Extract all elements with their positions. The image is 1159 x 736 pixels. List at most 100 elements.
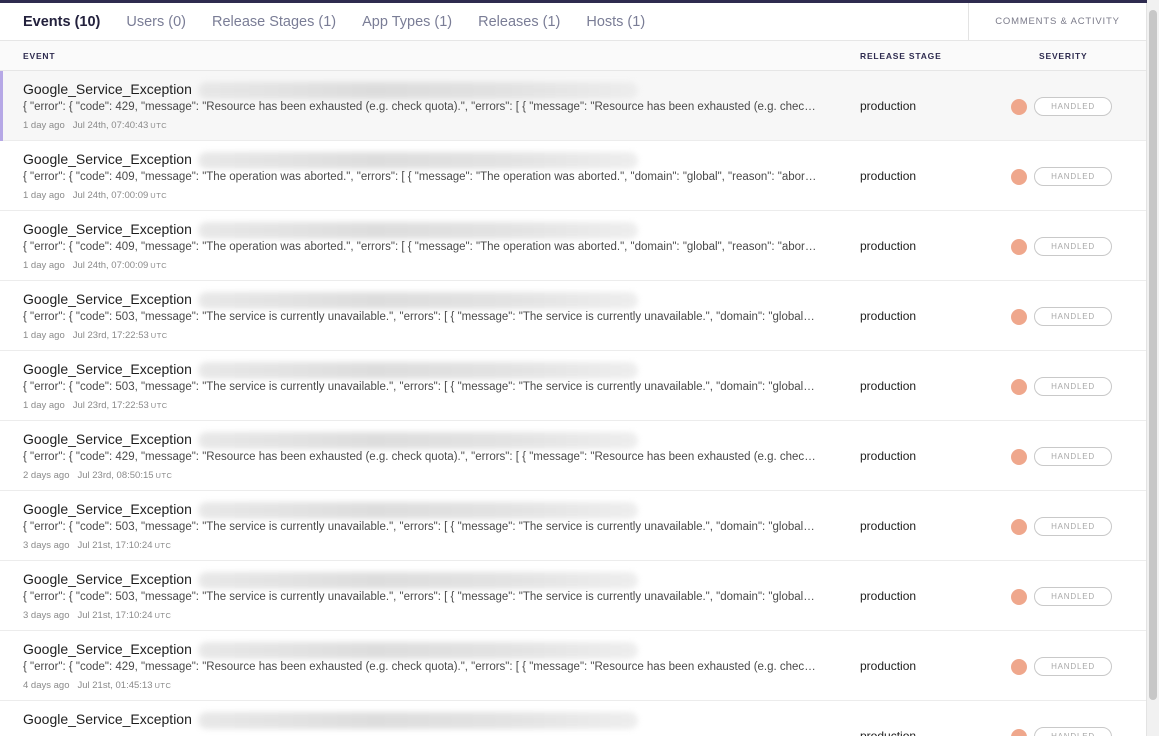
event-timestamp: Jul 21st, 17:10:24 — [77, 610, 153, 621]
event-timestamp: Jul 24th, 07:00:09 — [72, 190, 149, 201]
severity-dot-icon — [1011, 449, 1027, 465]
redacted-context — [198, 292, 638, 309]
release-stage: production — [860, 169, 917, 183]
event-timezone: UTC — [150, 331, 168, 340]
event-timezone: UTC — [150, 261, 168, 270]
tab-bar: Events (10) Users (0) Release Stages (1)… — [0, 3, 1146, 41]
event-row[interactable]: Google_Service_Exception { "error": { "c… — [0, 491, 1146, 561]
severity-dot-icon — [1011, 379, 1027, 395]
event-message: { "error": { "code": 503, "message": "Th… — [23, 381, 818, 393]
event-timezone: UTC — [150, 191, 168, 200]
event-title: Google_Service_Exception — [23, 361, 192, 377]
event-row[interactable]: Google_Service_Exception { "error": { "c… — [0, 211, 1146, 281]
redacted-context — [198, 432, 638, 449]
table-header: Event Release Stage Severity — [0, 41, 1146, 71]
release-stage: production — [860, 239, 917, 253]
event-title: Google_Service_Exception — [23, 221, 192, 237]
event-meta: 4 days ago Jul 21st, 01:45:13 UTC — [23, 680, 171, 691]
handled-badge: Handled — [1034, 657, 1112, 676]
release-stage: production — [860, 729, 917, 736]
tab-users[interactable]: Users (0) — [113, 3, 199, 40]
severity-dot-icon — [1011, 659, 1027, 675]
handled-badge: Handled — [1034, 97, 1112, 116]
event-meta: 1 day ago Jul 23rd, 17:22:53 UTC — [23, 400, 168, 411]
tab-spacer — [658, 3, 968, 40]
event-timezone: UTC — [150, 401, 168, 410]
event-message: { "error": { "code": 409, "message": "Th… — [23, 171, 818, 183]
handled-badge: Handled — [1034, 307, 1112, 326]
event-timestamp: Jul 23rd, 17:22:53 — [72, 330, 149, 341]
event-row[interactable]: Google_Service_Exception { "error": { "c… — [0, 281, 1146, 351]
redacted-context — [198, 712, 638, 729]
column-header-event[interactable]: Event — [23, 51, 55, 61]
event-timezone: UTC — [154, 611, 172, 620]
event-message: { "error": { "code": 429, "message": "Re… — [23, 661, 818, 673]
column-header-release-stage[interactable]: Release Stage — [860, 51, 942, 61]
redacted-context — [198, 572, 638, 589]
event-timestamp: Jul 24th, 07:40:43 — [72, 120, 149, 131]
event-message: { "error": { "code": 409, "message": "Th… — [23, 241, 818, 253]
release-stage: production — [860, 379, 917, 393]
event-timestamp: Jul 21st, 01:45:13 — [77, 680, 153, 691]
event-message: { "error": { "code": 503, "message": "Th… — [23, 521, 818, 533]
event-message: { "error": { "code": 503, "message": "Th… — [23, 591, 818, 603]
tab-events[interactable]: Events (10) — [0, 3, 113, 40]
event-timezone: UTC — [154, 541, 172, 550]
handled-badge: Handled — [1034, 447, 1112, 466]
handled-badge: Handled — [1034, 587, 1112, 606]
event-timestamp: Jul 23rd, 08:50:15 — [77, 470, 154, 481]
severity-dot-icon — [1011, 519, 1027, 535]
redacted-context — [198, 152, 638, 169]
tab-release-stages[interactable]: Release Stages (1) — [199, 3, 349, 40]
event-message: { "error": { "code": 429, "message": "Re… — [23, 101, 818, 113]
event-row[interactable]: Google_Service_Exception { "error": { "c… — [0, 631, 1146, 701]
event-meta: 3 days ago Jul 21st, 17:10:24 UTC — [23, 610, 171, 621]
event-title: Google_Service_Exception — [23, 291, 192, 307]
release-stage: production — [860, 309, 917, 323]
event-relative-time: 1 day ago — [23, 400, 65, 411]
event-message: { "error": { "code": 429, "message": "Re… — [23, 451, 818, 463]
event-row[interactable]: Google_Service_Exception { "error": { "c… — [0, 421, 1146, 491]
event-timezone: UTC — [154, 681, 172, 690]
event-timestamp: Jul 21st, 17:10:24 — [77, 540, 153, 551]
event-title: Google_Service_Exception — [23, 711, 192, 727]
event-list-panel: Events (10) Users (0) Release Stages (1)… — [0, 3, 1147, 736]
event-title: Google_Service_Exception — [23, 151, 192, 167]
severity-dot-icon — [1011, 729, 1027, 736]
severity-dot-icon — [1011, 239, 1027, 255]
event-relative-time: 1 day ago — [23, 330, 65, 341]
handled-badge: Handled — [1034, 377, 1112, 396]
event-title: Google_Service_Exception — [23, 641, 192, 657]
release-stage: production — [860, 589, 917, 603]
event-meta: 3 days ago Jul 21st, 17:10:24 UTC — [23, 540, 171, 551]
event-relative-time: 3 days ago — [23, 610, 70, 621]
event-row[interactable]: Google_Service_Exception { "error": { "c… — [0, 561, 1146, 631]
event-message: { "error": { "code": 503, "message": "Th… — [23, 311, 818, 323]
event-meta: 1 day ago Jul 24th, 07:00:09 UTC — [23, 260, 167, 271]
event-title: Google_Service_Exception — [23, 81, 192, 97]
event-row[interactable]: Google_Service_Exception production Hand… — [0, 701, 1146, 736]
scrollbar[interactable] — [1147, 0, 1159, 736]
release-stage: production — [860, 659, 917, 673]
event-relative-time: 1 day ago — [23, 260, 65, 271]
event-row[interactable]: Google_Service_Exception { "error": { "c… — [0, 71, 1146, 141]
tab-hosts[interactable]: Hosts (1) — [573, 3, 658, 40]
event-meta: 1 day ago Jul 23rd, 17:22:53 UTC — [23, 330, 168, 341]
severity-dot-icon — [1011, 309, 1027, 325]
event-timestamp: Jul 23rd, 17:22:53 — [72, 400, 149, 411]
event-row[interactable]: Google_Service_Exception { "error": { "c… — [0, 351, 1146, 421]
event-timezone: UTC — [155, 471, 173, 480]
tab-releases[interactable]: Releases (1) — [465, 3, 573, 40]
redacted-context — [198, 642, 638, 659]
event-relative-time: 1 day ago — [23, 120, 65, 131]
event-row[interactable]: Google_Service_Exception { "error": { "c… — [0, 141, 1146, 211]
tab-app-types[interactable]: App Types (1) — [349, 3, 465, 40]
event-title: Google_Service_Exception — [23, 431, 192, 447]
event-meta: 2 days ago Jul 23rd, 08:50:15 UTC — [23, 470, 172, 481]
release-stage: production — [860, 519, 917, 533]
event-relative-time: 3 days ago — [23, 540, 70, 551]
release-stage: production — [860, 99, 917, 113]
scrollbar-thumb[interactable] — [1149, 10, 1157, 700]
tab-comments-activity[interactable]: Comments & Activity — [968, 3, 1146, 40]
column-header-severity[interactable]: Severity — [1039, 51, 1087, 61]
